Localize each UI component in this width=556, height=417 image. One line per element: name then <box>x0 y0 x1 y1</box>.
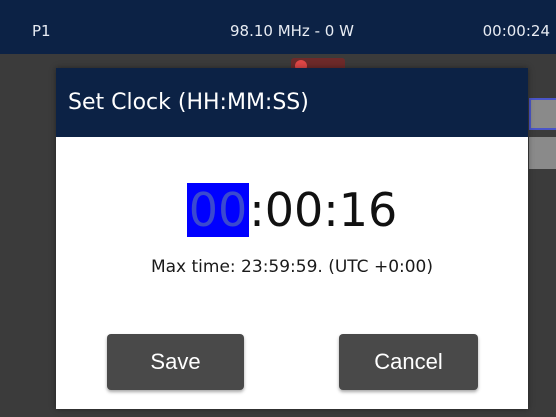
status-bar: P1 98.10 MHz - 0 W 00:00:24 <box>0 0 556 54</box>
frequency-power-readout: 98.10 MHz - 0 W <box>230 22 354 40</box>
status-clock: 00:00:24 <box>482 22 550 40</box>
hours-field[interactable]: 00 <box>186 183 250 237</box>
max-time-hint: Max time: 23:59:59. (UTC +0:00) <box>150 257 434 277</box>
dialog-header: Set Clock (HH:MM:SS) <box>56 68 528 137</box>
set-clock-dialog: Set Clock (HH:MM:SS) 00:00:16 Max time: … <box>56 68 528 409</box>
background-panel <box>529 137 556 169</box>
minutes-seconds-field[interactable]: :00:16 <box>249 183 397 237</box>
time-input[interactable]: 00:00:16 <box>56 180 528 240</box>
background-panel <box>529 98 556 130</box>
preset-label: P1 <box>32 22 51 40</box>
device-screen: P1 98.10 MHz - 0 W 00:00:24 Set Clock (H… <box>0 0 556 417</box>
dialog-title: Set Clock (HH:MM:SS) <box>68 90 309 115</box>
cancel-button[interactable]: Cancel <box>339 334 478 390</box>
save-button[interactable]: Save <box>107 334 244 390</box>
